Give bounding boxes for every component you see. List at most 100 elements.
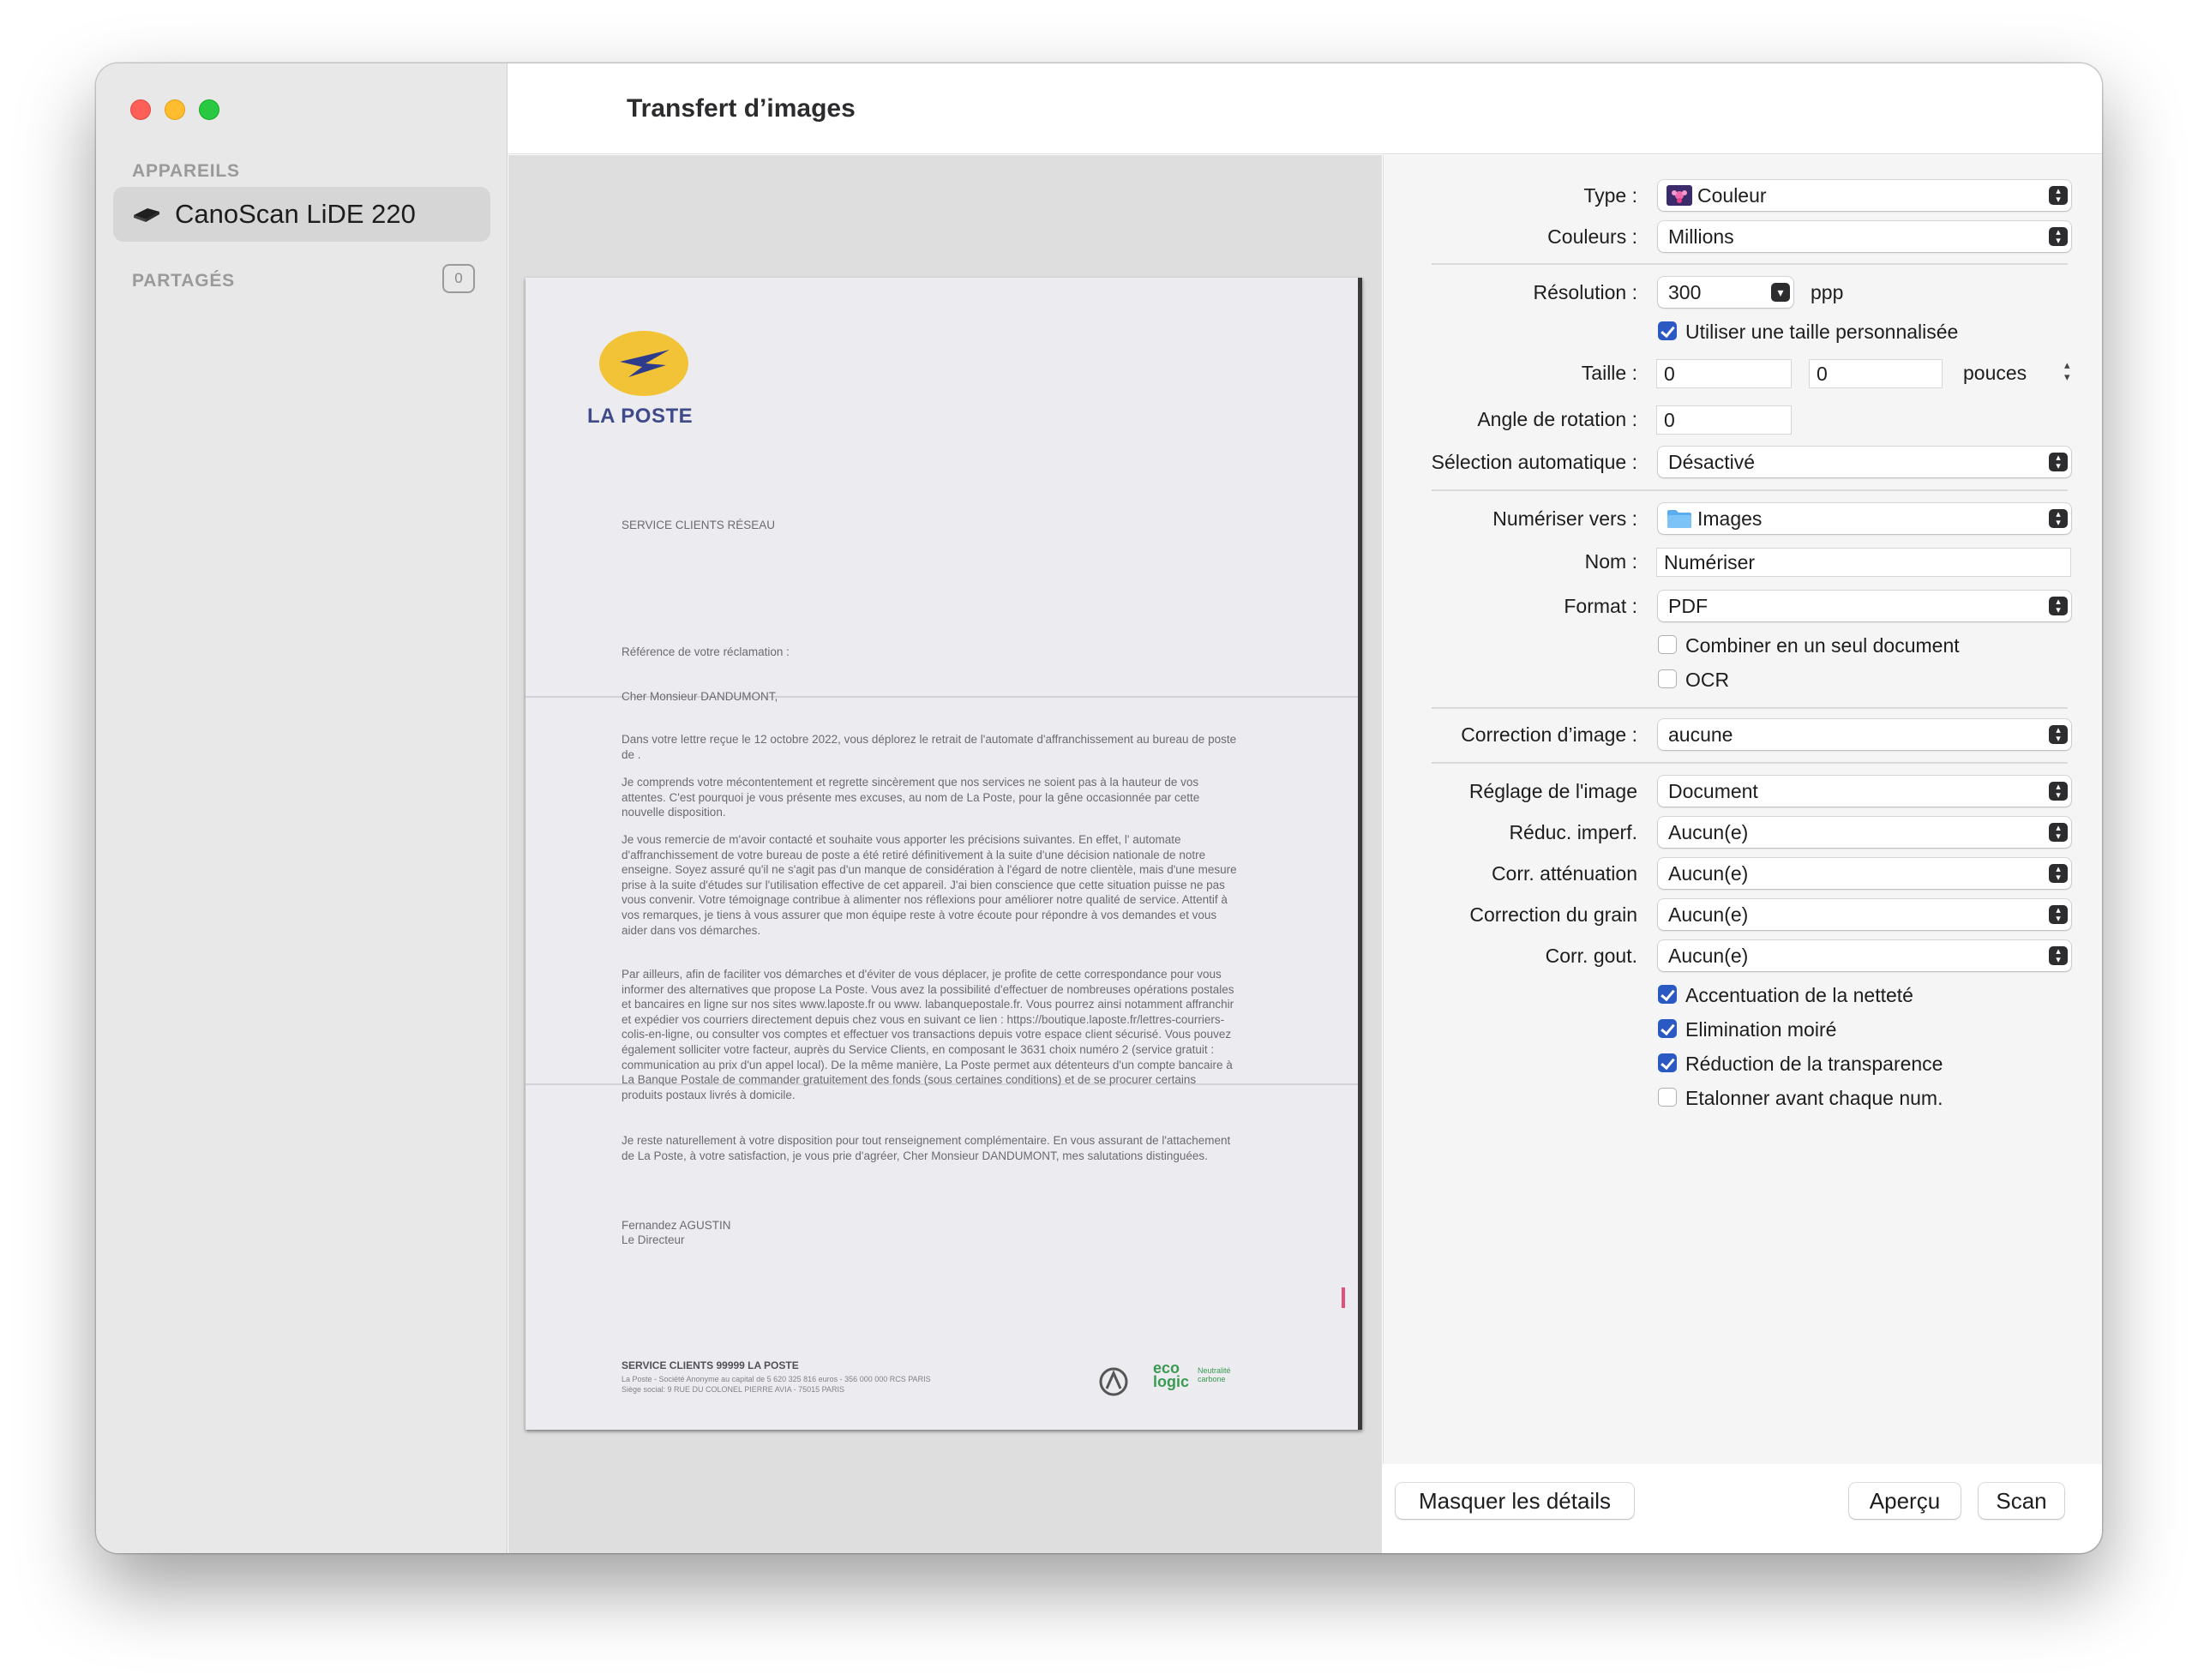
combine-label: Combiner en un seul document: [1685, 634, 1960, 657]
sharpen-row: Accentuation de la netteté: [1384, 980, 2102, 1011]
custom-size-checkbox[interactable]: [1658, 321, 1677, 340]
calibrate-checkbox[interactable]: [1658, 1088, 1677, 1107]
doc-department: SERVICE CLIENTS RÉSEAU: [622, 519, 776, 531]
type-label: Type :: [1583, 184, 1637, 207]
close-window-button[interactable]: [130, 99, 151, 120]
colors-value: Millions: [1668, 225, 1734, 248]
doc-footer-line: Siège social: 9 RUE DU COLONEL PIERRE AV…: [622, 1385, 844, 1394]
type-value: Couleur: [1697, 183, 1767, 207]
colors-row: Couleurs : Millions ▴ ▾: [1384, 221, 2102, 252]
doc-reference: Référence de votre réclamation :: [622, 645, 790, 658]
format-value: PDF: [1668, 594, 1708, 617]
format-row: Format : PDF ▴ ▾: [1384, 591, 2102, 621]
color-flower-icon: [1667, 185, 1692, 206]
image-setting-row: Réglage de l'image Document ▴ ▾: [1384, 776, 2102, 807]
preview-button[interactable]: Aperçu: [1849, 1483, 1961, 1519]
doc-signer-name: Fernandez AGUSTIN: [622, 1219, 731, 1232]
format-label: Format :: [1564, 595, 1637, 617]
auto-select-label: Sélection automatique :: [1431, 451, 1637, 473]
sidebar: APPAREILS CanoScan LiDE 220 PARTAGÉS 0: [96, 63, 507, 1553]
separator: [1432, 489, 2068, 491]
doc-footer-title: SERVICE CLIENTS 99999 LA POSTE: [622, 1359, 799, 1371]
chevron-updown-icon: ▴ ▾: [2049, 782, 2068, 801]
resolution-row: Résolution : 300 ▾ ppp: [1384, 277, 2102, 308]
shared-count-badge: 0: [442, 264, 475, 293]
colors-popup[interactable]: Millions ▴ ▾: [1658, 221, 2071, 252]
doc-paragraph: Je reste naturellement à votre dispositi…: [622, 1134, 1231, 1162]
chevron-updown-icon: ▴ ▾: [2049, 946, 2068, 965]
zoom-window-button[interactable]: [199, 99, 219, 120]
custom-size-label: Utiliser une taille personnalisée: [1685, 321, 1959, 343]
chevron-down-icon: ▾: [1771, 283, 1790, 302]
eco-logic-logo: eco logic: [1153, 1359, 1190, 1390]
gout-row: Corr. gout. Aucun(e) ▴ ▾: [1384, 940, 2102, 971]
la-poste-wordmark: LA POSTE: [587, 405, 694, 428]
grain-popup[interactable]: Aucun(e) ▴ ▾: [1658, 899, 2071, 930]
minimize-window-button[interactable]: [165, 99, 185, 120]
image-setting-popup[interactable]: Document ▴ ▾: [1658, 776, 2071, 807]
chevron-updown-icon: ▴ ▾: [2049, 864, 2068, 883]
la-poste-logo: [599, 331, 688, 396]
gout-label: Corr. gout.: [1545, 945, 1637, 967]
scan-to-value: Images: [1697, 507, 1763, 530]
hide-details-button[interactable]: Masquer les détails: [1396, 1483, 1634, 1519]
reduc-popup[interactable]: Aucun(e) ▴ ▾: [1658, 817, 2071, 848]
moire-label: Elimination moiré: [1685, 1018, 1837, 1041]
sharpen-checkbox[interactable]: [1658, 985, 1677, 1004]
format-popup[interactable]: PDF ▴ ▾: [1658, 591, 2071, 621]
chevron-updown-icon: ▴ ▾: [2049, 509, 2068, 528]
resolution-label: Résolution :: [1533, 281, 1637, 303]
doc-paragraph: Dans votre lettre reçue le 12 octobre 20…: [622, 733, 1237, 761]
auto-select-popup[interactable]: Désactivé ▴ ▾: [1658, 447, 2071, 477]
reduc-label: Réduc. imperf.: [1509, 821, 1637, 843]
moire-checkbox[interactable]: [1658, 1019, 1677, 1038]
size-width-field[interactable]: 0: [1656, 359, 1792, 388]
combine-checkbox[interactable]: [1658, 635, 1677, 654]
combine-row: Combiner en un seul document: [1384, 630, 2102, 661]
scan-button[interactable]: Scan: [1979, 1483, 2064, 1519]
type-popup[interactable]: Couleur ▴ ▾: [1658, 180, 2071, 211]
attenuation-value: Aucun(e): [1668, 861, 1749, 885]
chevron-updown-icon: ▴ ▾: [2049, 905, 2068, 924]
image-capture-window: APPAREILS CanoScan LiDE 220 PARTAGÉS 0 T…: [96, 63, 2102, 1553]
ocr-label: OCR: [1685, 669, 1730, 691]
gout-value: Aucun(e): [1668, 944, 1749, 967]
colors-label: Couleurs :: [1547, 225, 1637, 248]
attenuation-popup[interactable]: Aucun(e) ▴ ▾: [1658, 858, 2071, 889]
name-field[interactable]: Numériser: [1656, 548, 2071, 577]
auto-select-value: Désactivé: [1668, 450, 1755, 473]
reduc-row: Réduc. imperf. Aucun(e) ▴ ▾: [1384, 817, 2102, 848]
scan-to-label: Numériser vers :: [1492, 507, 1637, 530]
devices-header: APPAREILS: [132, 161, 240, 181]
rotation-field[interactable]: 0: [1656, 405, 1792, 435]
size-unit-popup[interactable]: pouces: [1963, 357, 2027, 388]
custom-size-row: Utiliser une taille personnalisée: [1384, 316, 2102, 347]
resolution-combobox[interactable]: 300 ▾: [1658, 277, 1793, 308]
scanner-icon: [134, 208, 159, 222]
scan-to-popup[interactable]: Images ▴ ▾: [1658, 503, 2071, 534]
reduc-value: Aucun(e): [1668, 820, 1749, 843]
calibrate-row: Etalonner avant chaque num.: [1384, 1083, 2102, 1113]
sidebar-item-device[interactable]: CanoScan LiDE 220: [113, 187, 490, 242]
scan-preview-area[interactable]: LA POSTE SERVICE CLIENTS RÉSEAU Référenc…: [508, 155, 1382, 1553]
scan-settings-panel: Type : Couleur ▴ ▾ Couleurs : Millions ▴ ▾: [1383, 155, 2102, 1464]
transparency-label: Réduction de la transparence: [1685, 1053, 1943, 1075]
chevron-updown-icon[interactable]: ▴ ▾: [2064, 359, 2070, 383]
chevron-updown-icon: ▴ ▾: [2049, 725, 2068, 744]
grain-label: Correction du grain: [1469, 903, 1637, 926]
image-correction-popup[interactable]: aucune ▴ ▾: [1658, 719, 2071, 750]
chevron-updown-icon: ▴ ▾: [2049, 597, 2068, 615]
chevron-updown-icon: ▴ ▾: [2049, 186, 2068, 205]
ocr-checkbox[interactable]: [1658, 669, 1677, 688]
resolution-value: 300: [1668, 280, 1702, 303]
separator: [1432, 263, 2068, 265]
image-setting-label: Réglage de l'image: [1468, 780, 1637, 802]
recycle-icon: [1099, 1367, 1128, 1396]
transparency-checkbox[interactable]: [1658, 1053, 1677, 1072]
attenuation-row: Corr. atténuation Aucun(e) ▴ ▾: [1384, 858, 2102, 889]
size-height-field[interactable]: 0: [1809, 359, 1943, 388]
gout-popup[interactable]: Aucun(e) ▴ ▾: [1658, 940, 2071, 971]
scan-to-row: Numériser vers : Images ▴ ▾: [1384, 503, 2102, 534]
image-correction-value: aucune: [1668, 723, 1733, 746]
doc-paragraph: Je comprends votre mécontentement et reg…: [622, 776, 1200, 819]
